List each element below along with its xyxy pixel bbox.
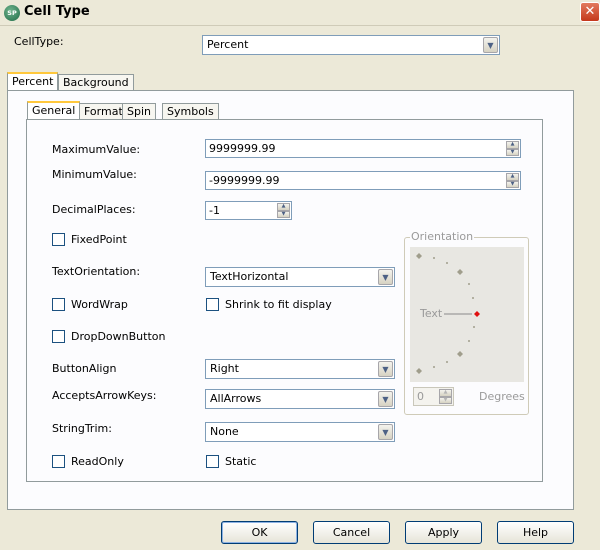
- spin-down-icon[interactable]: ▼: [439, 396, 452, 404]
- read-only-label: ReadOnly: [71, 455, 124, 468]
- string-trim-value: None: [210, 425, 239, 438]
- close-button[interactable]: ✕: [580, 2, 600, 22]
- word-wrap-checkbox[interactable]: [52, 298, 65, 311]
- tab-general[interactable]: General: [27, 101, 81, 119]
- celltype-value: Percent: [207, 38, 249, 51]
- decimal-places-field[interactable]: -1 ▲ ▼: [205, 201, 292, 220]
- string-trim-combo[interactable]: None ▼: [205, 422, 395, 442]
- chevron-down-icon[interactable]: ▼: [483, 37, 498, 53]
- degrees-label: Degrees: [479, 390, 525, 403]
- read-only-checkbox[interactable]: [52, 455, 65, 468]
- text-orientation-combo[interactable]: TextHorizontal ▼: [205, 267, 395, 287]
- help-button[interactable]: Help: [497, 521, 574, 544]
- spin-down-icon[interactable]: ▼: [506, 148, 519, 156]
- decimal-places-label: DecimalPlaces:: [52, 203, 136, 216]
- tab-percent-label: Percent: [12, 75, 54, 88]
- fixed-point-checkbox[interactable]: [52, 233, 65, 246]
- tab-format-label: Format: [84, 105, 123, 118]
- spin-up-icon[interactable]: ▲: [506, 173, 519, 181]
- chevron-down-icon[interactable]: ▼: [378, 269, 393, 285]
- accepts-arrow-keys-label: AcceptsArrowKeys:: [52, 389, 157, 402]
- minimum-value-text: -9999999.99: [209, 174, 280, 187]
- maximum-value-text: 9999999.99: [209, 142, 276, 155]
- degrees-field[interactable]: 0 ▲ ▼: [413, 387, 454, 406]
- dropdown-button-checkbox[interactable]: [52, 330, 65, 343]
- chevron-down-icon[interactable]: ▼: [378, 391, 393, 407]
- spin-down-icon[interactable]: ▼: [506, 180, 519, 188]
- tab-percent[interactable]: Percent: [7, 72, 59, 90]
- shrink-to-fit-checkbox[interactable]: [206, 298, 219, 311]
- spin-up-icon[interactable]: ▲: [277, 203, 290, 211]
- apply-button[interactable]: Apply: [405, 521, 482, 544]
- celltype-combo[interactable]: Percent ▼: [202, 35, 500, 55]
- app-icon: SP: [4, 5, 20, 21]
- button-align-label: ButtonAlign: [52, 362, 117, 375]
- dropdown-button-label: DropDownButton: [71, 330, 166, 343]
- window-title: Cell Type: [24, 4, 90, 19]
- static-label: Static: [225, 455, 257, 468]
- close-icon: ✕: [584, 4, 596, 19]
- static-checkbox[interactable]: [206, 455, 219, 468]
- cancel-button[interactable]: Cancel: [313, 521, 390, 544]
- celltype-label: CellType:: [14, 35, 64, 48]
- title-bar: SP Cell Type ✕: [0, 0, 600, 26]
- spin-up-icon[interactable]: ▲: [506, 141, 519, 149]
- button-align-value: Right: [210, 362, 239, 375]
- degrees-value: 0: [417, 390, 424, 403]
- button-align-combo[interactable]: Right ▼: [205, 359, 395, 379]
- tab-background-label: Background: [63, 76, 129, 89]
- minimum-value-label: MinimumValue:: [52, 168, 137, 181]
- maximum-value-label: MaximumValue:: [52, 143, 141, 156]
- minimum-value-field[interactable]: -9999999.99 ▲ ▼: [205, 171, 521, 190]
- decimal-places-text: -1: [209, 204, 220, 217]
- tab-symbols-label: Symbols: [167, 105, 214, 118]
- spin-up-icon[interactable]: ▲: [439, 389, 452, 397]
- fixed-point-label: FixedPoint: [71, 233, 127, 246]
- ok-button[interactable]: OK: [221, 521, 298, 544]
- word-wrap-label: WordWrap: [71, 298, 128, 311]
- orientation-preview-text: Text: [420, 307, 443, 320]
- maximum-value-field[interactable]: 9999999.99 ▲ ▼: [205, 139, 521, 158]
- accepts-arrow-keys-combo[interactable]: AllArrows ▼: [205, 389, 395, 409]
- orientation-dial[interactable]: Text: [410, 247, 524, 382]
- accepts-arrow-keys-value: AllArrows: [210, 392, 262, 405]
- chevron-down-icon[interactable]: ▼: [378, 361, 393, 377]
- text-orientation-value: TextHorizontal: [210, 270, 289, 283]
- orientation-legend: Orientation: [410, 230, 475, 243]
- string-trim-label: StringTrim:: [52, 422, 112, 435]
- tab-general-label: General: [32, 104, 76, 117]
- spin-down-icon[interactable]: ▼: [277, 210, 290, 218]
- tab-spin-label: Spin: [127, 105, 151, 118]
- text-orientation-label: TextOrientation:: [52, 265, 141, 278]
- shrink-to-fit-label: Shrink to fit display: [225, 298, 332, 311]
- chevron-down-icon[interactable]: ▼: [378, 424, 393, 440]
